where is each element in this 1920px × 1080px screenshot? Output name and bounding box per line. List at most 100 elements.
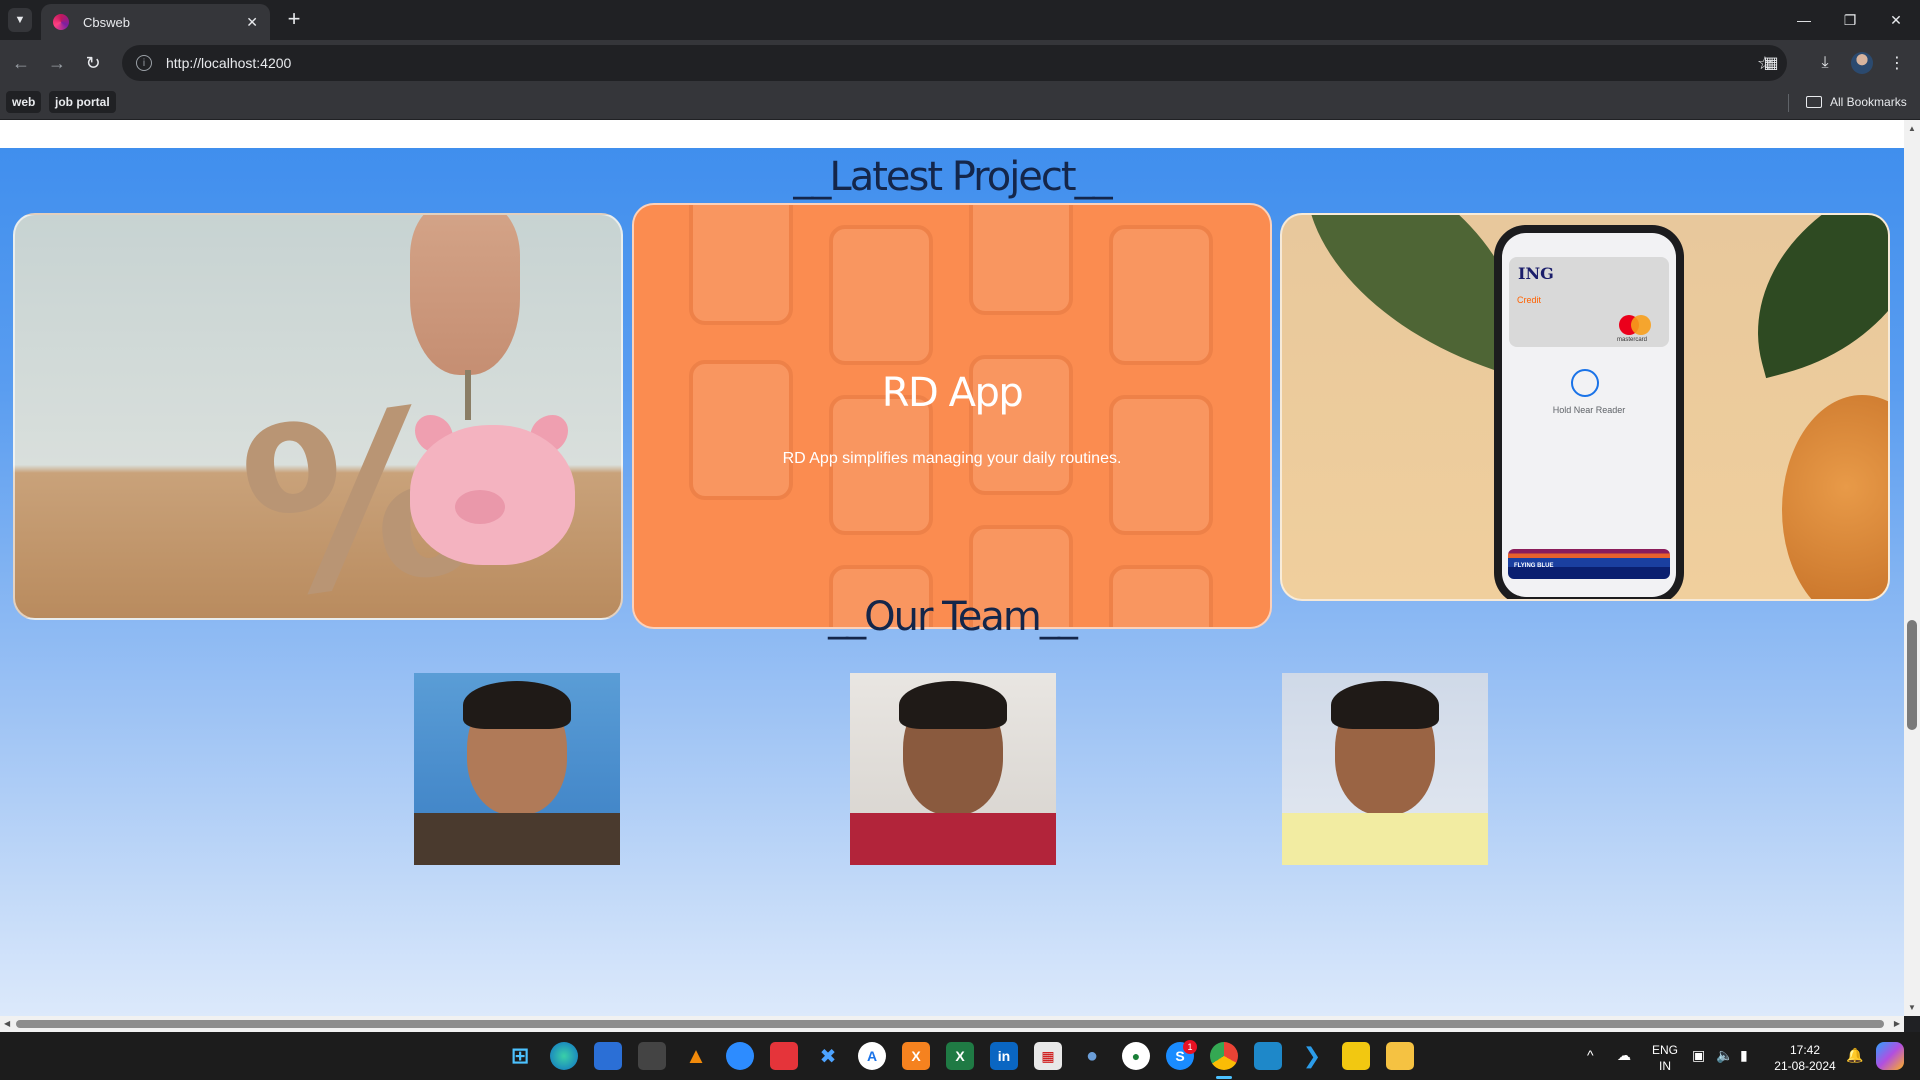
card-overlay bbox=[634, 205, 1270, 627]
hand-image bbox=[410, 215, 520, 375]
card-type-label: Credit bbox=[1517, 295, 1542, 305]
xampp-icon[interactable]: X bbox=[902, 1042, 930, 1070]
forward-button[interactable]: → bbox=[44, 50, 70, 76]
reload-icon: ↻ bbox=[85, 52, 101, 73]
address-bar[interactable]: i http://localhost:4200 ☆ bbox=[122, 45, 1787, 81]
download-icon[interactable]: ⤓ bbox=[1814, 52, 1836, 74]
url-text: http://localhost:4200 bbox=[166, 55, 292, 71]
leaf-image bbox=[1724, 215, 1888, 379]
project-description: RD App simplifies managing your daily ro… bbox=[782, 450, 1122, 467]
notepad-icon[interactable] bbox=[1254, 1042, 1282, 1070]
new-tab-button[interactable]: + bbox=[282, 8, 306, 32]
file-explorer-icon[interactable] bbox=[1386, 1042, 1414, 1070]
tab-search-button[interactable]: ▼ bbox=[8, 8, 32, 32]
page-viewport: __Latest Project__ % RD App RD App simpl… bbox=[0, 120, 1904, 1016]
bookmark-web[interactable]: web bbox=[6, 91, 42, 113]
excel-icon[interactable]: X bbox=[946, 1042, 974, 1070]
bookmarks-bar: web job portal All Bookmarks bbox=[0, 86, 1920, 120]
region-code: IN bbox=[1659, 1059, 1671, 1073]
browser-toolbar: ← → ↻ i http://localhost:4200 ☆ ▦ ⤓ ⋮ bbox=[0, 40, 1920, 86]
scroll-up-icon[interactable]: ▲ bbox=[1908, 124, 1916, 133]
horizontal-scrollbar[interactable]: ◀ ▶ bbox=[0, 1016, 1904, 1032]
project-card-payment[interactable]: ING Credit mastercard Hold Near Reader F… bbox=[1280, 213, 1890, 601]
back-button[interactable]: ← bbox=[8, 50, 34, 76]
store-icon[interactable] bbox=[594, 1042, 622, 1070]
copilot-icon[interactable] bbox=[1876, 1042, 1904, 1070]
clock-date: 21-08-2024 bbox=[1774, 1059, 1836, 1073]
reload-button[interactable]: ↻ bbox=[80, 50, 106, 76]
tray-chevron-up-icon[interactable]: ^ bbox=[1587, 1047, 1594, 1063]
project-title: RD App bbox=[881, 370, 1024, 416]
tab-title: Cbsweb bbox=[83, 14, 130, 30]
mongodb-icon[interactable]: ● bbox=[1122, 1042, 1150, 1070]
app-cube-icon[interactable] bbox=[638, 1042, 666, 1070]
windows-taskbar: ⊞ ▲ ✖ A X X in ▦ ● ● S 1 ❯ ^ ☁ ENG IN ▣ … bbox=[0, 1032, 1920, 1080]
restore-button[interactable]: ❐ bbox=[1827, 0, 1873, 40]
phone-screen: ING Credit mastercard Hold Near Reader F… bbox=[1502, 233, 1676, 597]
clock[interactable]: 17:42 21-08-2024 bbox=[1770, 1042, 1840, 1074]
profile-avatar[interactable] bbox=[1851, 52, 1873, 74]
anydesk-icon[interactable] bbox=[770, 1042, 798, 1070]
project-card-rd-app[interactable]: RD App RD App simplifies managing your d… bbox=[632, 203, 1272, 629]
tools-icon[interactable]: ✖ bbox=[814, 1042, 842, 1070]
extensions-icon[interactable]: ▦ bbox=[1760, 52, 1782, 74]
chrome-icon[interactable] bbox=[1210, 1042, 1238, 1070]
all-bookmarks-label: All Bookmarks bbox=[1830, 95, 1907, 109]
start-windows-icon[interactable]: ⊞ bbox=[506, 1042, 534, 1070]
active-tab[interactable]: Cbsweb ✕ bbox=[41, 4, 270, 40]
onedrive-icon[interactable]: ☁ bbox=[1617, 1047, 1631, 1064]
site-info-icon[interactable]: i bbox=[136, 55, 152, 71]
close-tab-icon[interactable]: ✕ bbox=[246, 14, 258, 31]
project-card-savings[interactable]: % bbox=[13, 213, 623, 620]
coin-image bbox=[465, 370, 471, 420]
language-code: ENG bbox=[1651, 1043, 1678, 1057]
all-bookmarks-button[interactable]: All Bookmarks bbox=[1806, 91, 1907, 113]
hair-image bbox=[1331, 681, 1439, 729]
chrome-active-indicator bbox=[1216, 1076, 1232, 1079]
header-strip bbox=[0, 120, 1904, 148]
menu-kebab-icon[interactable]: ⋮ bbox=[1886, 52, 1908, 74]
network-icon[interactable]: ▣ bbox=[1692, 1047, 1705, 1064]
close-window-button[interactable]: ✕ bbox=[1873, 0, 1919, 40]
vertical-scrollbar[interactable]: ▲ ▼ bbox=[1904, 120, 1920, 1016]
battery-icon[interactable]: ▮ bbox=[1740, 1047, 1748, 1064]
angular-favicon-icon bbox=[53, 14, 69, 30]
chevron-down-icon: ▼ bbox=[14, 14, 26, 26]
edge-icon[interactable] bbox=[550, 1042, 578, 1070]
language-indicator[interactable]: ENG IN bbox=[1650, 1042, 1680, 1074]
arrow-left-icon: ← bbox=[12, 52, 30, 73]
shirt-image bbox=[850, 813, 1056, 865]
zoom-icon[interactable] bbox=[726, 1042, 754, 1070]
bank-card-image: ING Credit mastercard bbox=[1509, 257, 1669, 347]
hair-image bbox=[463, 681, 571, 729]
skype-notification-badge: 1 bbox=[1183, 1040, 1197, 1054]
wooden-object-image bbox=[1782, 395, 1888, 599]
horizontal-scroll-thumb[interactable] bbox=[16, 1020, 1884, 1028]
piggy-snout-image bbox=[455, 490, 505, 524]
vscode-icon[interactable]: ❯ bbox=[1298, 1042, 1326, 1070]
team-member-photo bbox=[1282, 673, 1488, 865]
powerbi-icon[interactable] bbox=[1342, 1042, 1370, 1070]
scroll-down-icon[interactable]: ▼ bbox=[1908, 1003, 1916, 1012]
app-store-icon[interactable]: A bbox=[858, 1042, 886, 1070]
tab-bar: ▼ Cbsweb ✕ + — ❐ ✕ bbox=[0, 0, 1920, 40]
hair-image bbox=[899, 681, 1007, 729]
minimize-button[interactable]: — bbox=[1781, 0, 1827, 40]
ing-logo: ING bbox=[1518, 264, 1554, 283]
card-network-label: mastercard bbox=[1617, 337, 1648, 343]
postgres-icon[interactable]: ● bbox=[1078, 1042, 1106, 1070]
vlc-icon[interactable]: ▲ bbox=[682, 1042, 710, 1070]
arrow-right-icon: → bbox=[48, 52, 66, 73]
folder-icon bbox=[1806, 96, 1822, 108]
scroll-right-icon[interactable]: ▶ bbox=[1894, 1019, 1900, 1028]
linkedin-icon[interactable]: in bbox=[990, 1042, 1018, 1070]
calculator-icon[interactable]: ▦ bbox=[1034, 1042, 1062, 1070]
bookmarks-separator bbox=[1788, 94, 1789, 112]
vertical-scroll-thumb[interactable] bbox=[1907, 620, 1917, 730]
scroll-left-icon[interactable]: ◀ bbox=[4, 1019, 10, 1028]
bookmark-job-portal[interactable]: job portal bbox=[49, 91, 116, 113]
volume-muted-icon[interactable]: 🔈 bbox=[1716, 1047, 1733, 1064]
notification-bell-icon[interactable]: 🔔 bbox=[1846, 1047, 1863, 1064]
phone-image: ING Credit mastercard Hold Near Reader F… bbox=[1494, 225, 1684, 599]
our-team-heading: __Our Team__ bbox=[828, 594, 1078, 640]
